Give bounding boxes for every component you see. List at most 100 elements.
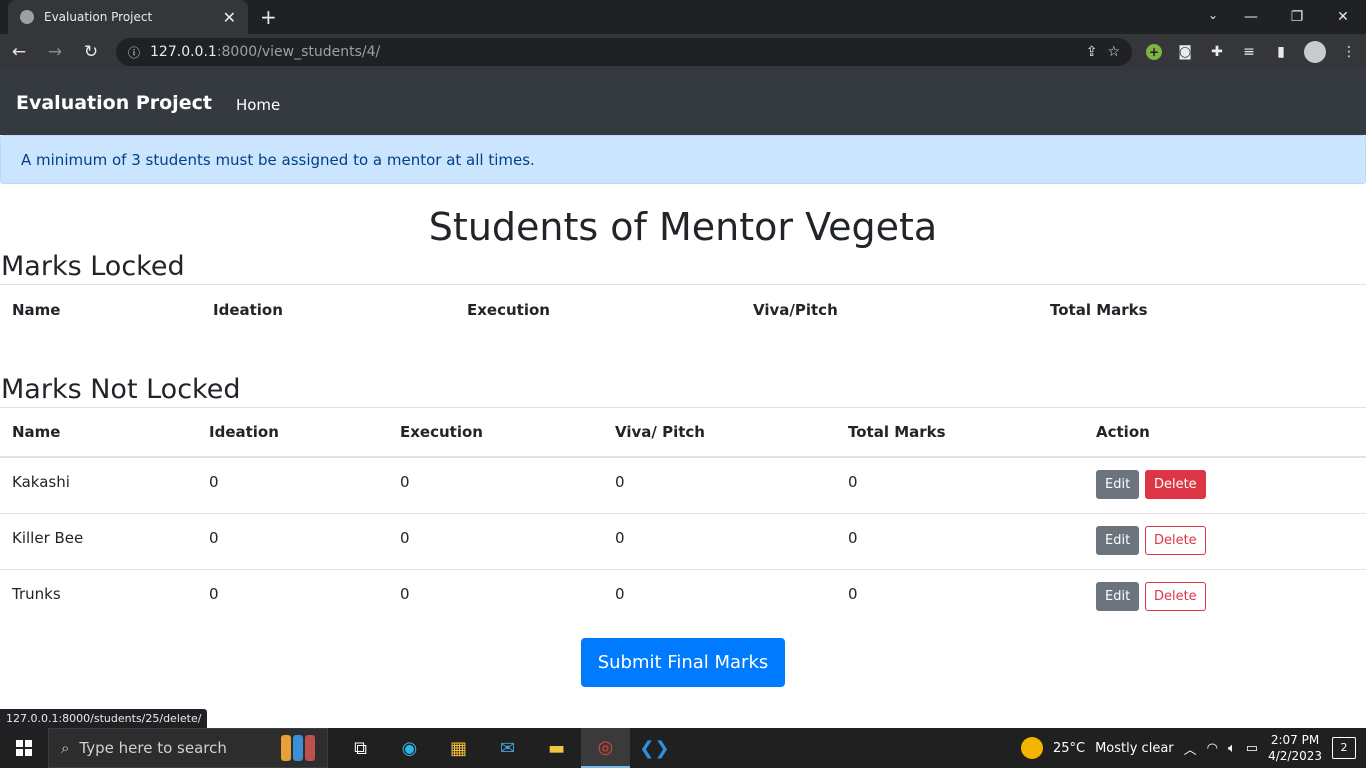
close-tab-icon[interactable]: ✕ [223,8,236,27]
file-explorer-icon[interactable]: ▬ [532,728,581,768]
delete-button[interactable]: Delete [1144,525,1206,555]
nav-home-link[interactable]: Home [236,96,280,114]
table-header-row: Name Ideation Execution Viva/Pitch Total… [0,284,1366,335]
site-info-icon[interactable]: ⓘ [128,44,140,61]
browser-toolbar: ← → ↻ ⓘ 127.0.0.1:8000/view_students/4/ … [0,34,1366,70]
link-status-bar: 127.0.0.1:8000/students/25/delete/ [0,709,208,728]
execution-cell: 0 [388,457,603,514]
tab-title: Evaluation Project [44,10,153,24]
total-cell: 0 [836,457,1084,514]
url-host: 127.0.0.1 [150,44,217,60]
table-row: Trunks 0 0 0 0 Edit Delete [0,569,1366,625]
column-header: Viva/Pitch [741,284,1038,335]
close-window-icon[interactable]: ✕ [1320,0,1366,34]
submit-area: Submit Final Marks [0,638,1366,687]
execution-cell: 0 [400,584,410,603]
minimize-icon[interactable]: — [1228,0,1274,34]
column-header: Name [0,284,201,335]
extensions-area: + ◙ ✚ ≡ ▮ ⋮ [1146,41,1358,63]
forward-icon[interactable]: → [44,42,66,62]
column-header: Execution [388,407,603,458]
marks-locked-table: Name Ideation Execution Viva/Pitch Total… [0,284,1366,335]
viva-cell: 0 [615,584,625,603]
mail-icon[interactable]: ✉ [483,728,532,768]
chrome-icon[interactable]: ◎ [581,728,630,768]
taskbar-search-box[interactable]: ⌕ Type here to search [48,728,328,768]
window-controls: — ❐ ✕ [1228,0,1366,34]
edge-icon[interactable]: ◉ [385,728,434,768]
side-panel-icon[interactable]: ▮ [1272,44,1290,60]
column-header: Action [1084,407,1366,458]
delete-button[interactable]: Delete [1144,581,1206,611]
star-icon[interactable]: ☆ [1107,44,1120,60]
table-row: Killer Bee 0 0 0 0 Edit Delete [0,513,1366,570]
search-placeholder: Type here to search [79,739,227,757]
student-name: Killer Bee [0,513,197,570]
chevron-up-icon[interactable]: ︿ [1184,739,1197,758]
profile-avatar[interactable] [1304,41,1326,63]
volume-icon[interactable]: 🔈︎ [1228,741,1236,756]
table-row: Kakashi 0 0 0 0 Edit Delete [0,457,1366,514]
camera-icon[interactable]: ◙ [1176,44,1194,60]
extension-plus-icon[interactable]: + [1146,44,1162,60]
delete-button[interactable]: Delete [1144,470,1206,499]
edit-button[interactable]: Edit [1096,581,1140,611]
column-header: Name [0,407,197,458]
media-queue-icon[interactable]: ≡ [1240,44,1258,60]
info-alert: A minimum of 3 students must be assigned… [0,135,1366,184]
reload-icon[interactable]: ↻ [80,42,102,62]
student-name: Kakashi [0,457,197,514]
ideation-cell: 0 [209,584,219,603]
puzzle-icon[interactable]: ✚ [1208,44,1226,60]
search-icon: ⌕ [61,739,70,757]
action-cell: Edit Delete [1084,457,1366,514]
marks-locked-heading: Marks Locked [1,251,185,282]
ideation-cell: 0 [197,457,388,514]
store-icon[interactable]: ▦ [434,728,483,768]
url-path: :8000/view_students/4/ [216,44,381,60]
column-header: Total Marks [836,407,1084,458]
ideation-cell: 0 [197,513,388,570]
restore-icon[interactable]: ❐ [1274,0,1320,34]
site-navbar: Evaluation Project Home [0,70,1366,135]
column-header: Total Marks [1038,284,1366,335]
share-icon[interactable]: ⇪ [1086,44,1098,60]
vscode-icon[interactable]: ❮❯ [630,728,679,768]
viva-cell: 0 [603,513,836,570]
task-view-icon[interactable]: ⧉ [336,728,385,768]
edit-button[interactable]: Edit [1096,525,1140,555]
column-header: Ideation [197,407,388,458]
taskbar-apps: ⧉ ◉ ▦ ✉ ▬ ◎ ❮❯ [336,728,679,768]
clock[interactable]: 2:07 PM 4/2/2023 [1268,732,1322,764]
marks-not-locked-table: Name Ideation Execution Viva/ Pitch Tota… [0,407,1366,625]
total-cell: 0 [848,584,858,603]
submit-final-marks-button[interactable]: Submit Final Marks [580,638,786,687]
weather-temp[interactable]: 25°C [1053,741,1085,756]
network-icon[interactable]: ◠ [1207,741,1218,756]
weather-icon[interactable] [1020,737,1043,759]
address-bar[interactable]: ⓘ 127.0.0.1:8000/view_students/4/ ⇪ ☆ [116,38,1132,66]
column-header: Execution [455,284,741,335]
page-title: Students of Mentor Vegeta [428,205,938,249]
menu-kebab-icon[interactable]: ⋮ [1340,44,1358,60]
column-header: Viva/ Pitch [603,407,836,458]
back-icon[interactable]: ← [8,42,30,62]
total-cell: 0 [836,513,1084,570]
system-tray: 25°C Mostly clear ︿ ◠ 🔈︎ ▭ 2:07 PM 4/2/2… [1020,732,1366,764]
browser-tab[interactable]: Evaluation Project ✕ [8,0,248,34]
action-cell: Edit Delete [1084,513,1366,570]
notifications-icon[interactable]: 2 [1332,737,1356,759]
action-cell: Edit Delete [1084,569,1366,625]
windows-start-icon[interactable] [0,740,48,756]
brand-link[interactable]: Evaluation Project [16,92,212,114]
battery-icon[interactable]: ▭ [1246,741,1258,756]
marks-not-locked-heading: Marks Not Locked [1,374,241,405]
weather-desc[interactable]: Mostly clear [1095,741,1174,756]
chevron-down-icon[interactable]: ⌄ [1208,8,1218,22]
clock-date: 4/2/2023 [1268,749,1322,763]
student-name: Trunks [12,584,61,603]
column-header: Ideation [201,284,455,335]
new-tab-icon[interactable]: + [260,5,277,29]
edit-button[interactable]: Edit [1096,470,1140,499]
globe-icon [20,10,34,24]
